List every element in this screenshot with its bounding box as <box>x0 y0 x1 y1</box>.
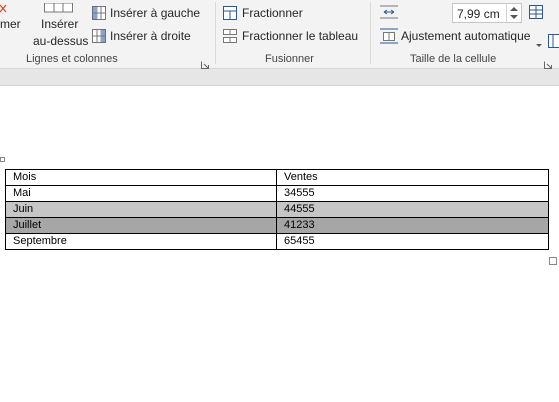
table-cell[interactable]: Septembre <box>5 233 277 250</box>
autofit-icon <box>380 28 398 49</box>
split-table-button[interactable]: Fractionner le tableau <box>223 28 363 46</box>
split-table-icon <box>223 29 237 48</box>
group-label-merge: Fusionner <box>265 53 314 65</box>
group-label-cell-size: Taille de la cellule <box>410 53 497 65</box>
distribute-rows-icon[interactable] <box>529 5 543 24</box>
distribute-columns-icon[interactable] <box>548 34 559 53</box>
autofit-label: Ajustement automatique <box>401 29 531 43</box>
autofit-button[interactable]: Ajustement automatique <box>380 27 545 47</box>
table-cell[interactable]: Mai <box>5 185 277 202</box>
group-label-rows-columns: Lignes et colonnes <box>26 53 118 65</box>
table-cell[interactable]: 65455 <box>276 233 549 250</box>
dialog-launcher-icon[interactable] <box>544 56 552 69</box>
insert-above-label-2: au-dessus <box>33 34 89 48</box>
chevron-down-icon[interactable] <box>510 15 518 19</box>
chevron-up-icon[interactable] <box>510 7 518 11</box>
sales-table[interactable]: Mois Ventes Mai 34555 Juin 44555 Juillet… <box>5 169 549 250</box>
ruler-band <box>0 69 559 86</box>
table-cell[interactable]: Juin <box>5 201 277 218</box>
table-cell[interactable]: Juillet <box>5 217 277 234</box>
group-separator <box>370 2 371 64</box>
partial-icon <box>0 0 8 18</box>
insert-right-icon <box>92 29 106 48</box>
insert-right-label: Insérer à droite <box>110 29 191 43</box>
row-height-icon <box>380 4 398 25</box>
split-cells-label: Fractionner <box>242 6 303 20</box>
insert-above-icon <box>44 0 74 18</box>
insert-above-button[interactable]: Insérer au-dessus <box>30 0 88 50</box>
truncated-command-label[interactable]: mer <box>0 17 21 31</box>
table-move-handle[interactable] <box>0 157 5 162</box>
table-header-row: Mois Ventes <box>5 169 549 186</box>
dropdown-arrow-icon <box>536 35 542 53</box>
insert-above-label-1: Insérer <box>41 17 79 31</box>
table-cell[interactable]: 44555 <box>276 201 549 218</box>
cell-width-spinner[interactable]: 7,99 cm <box>452 3 522 23</box>
cell-width-value: 7,99 cm <box>457 7 500 21</box>
table-row: Septembre 65455 <box>5 233 549 250</box>
table-header-cell[interactable]: Mois <box>5 169 277 186</box>
table-resize-handle[interactable] <box>549 257 557 265</box>
ribbon: mer Insérer au-dessus Insérer à gauche I… <box>0 0 559 69</box>
table-row: Mai 34555 <box>5 185 549 202</box>
table-row: Juin 44555 <box>5 201 549 218</box>
insert-left-button[interactable]: Insérer à gauche <box>92 5 204 23</box>
table-cell[interactable]: 34555 <box>276 185 549 202</box>
insert-left-icon <box>92 6 106 25</box>
split-cells-button[interactable]: Fractionner <box>223 5 323 23</box>
table-row: Juillet 41233 <box>5 217 549 234</box>
spinner-arrows[interactable] <box>506 4 521 22</box>
dialog-launcher-icon[interactable] <box>201 56 209 69</box>
insert-right-button[interactable]: Insérer à droite <box>92 28 204 46</box>
split-table-label: Fractionner le tableau <box>242 29 359 43</box>
table-cell[interactable]: 41233 <box>276 217 549 234</box>
insert-left-label: Insérer à gauche <box>110 6 201 20</box>
table-header-cell[interactable]: Ventes <box>276 169 549 186</box>
group-separator <box>215 2 216 64</box>
split-cells-icon <box>223 6 237 25</box>
